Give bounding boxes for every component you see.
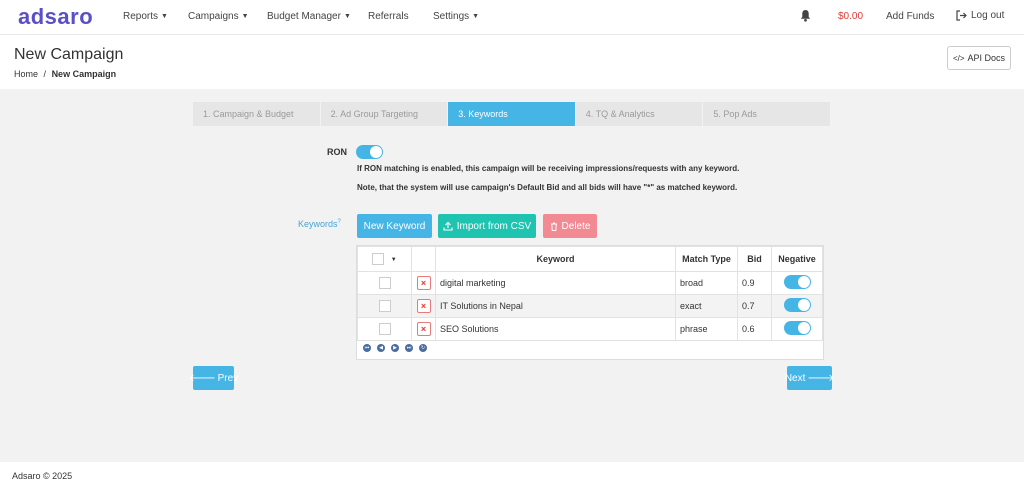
table-row[interactable]: × SEO Solutions phrase 0.6	[357, 317, 823, 341]
prev-page-icon[interactable]: ◀	[377, 344, 385, 352]
select-all-checkbox[interactable]	[372, 253, 385, 265]
last-page-icon[interactable]: ⏭	[405, 344, 413, 352]
row-checkbox[interactable]	[378, 277, 391, 289]
nav-budget-manager[interactable]: Budget Manager ▼	[267, 11, 351, 22]
nav-campaigns[interactable]: Campaigns ▼	[188, 11, 249, 22]
step-ad-group-targeting[interactable]: 2. Ad Group Targeting	[320, 102, 449, 126]
trash-icon	[550, 222, 557, 231]
caret-down-icon[interactable]: ▼	[391, 257, 397, 263]
upload-icon	[443, 221, 453, 231]
negative-toggle[interactable]	[783, 298, 811, 312]
caret-down-icon: ▼	[343, 13, 351, 20]
help-icon[interactable]: ?	[338, 219, 341, 225]
footer: Adsaro © 2025	[0, 462, 1024, 489]
api-docs-button[interactable]: </> API Docs	[947, 46, 1011, 70]
table-row[interactable]: × IT Solutions in Nepal exact 0.7	[357, 294, 823, 318]
wizard-steps: 1. Campaign & Budget 2. Ad Group Targeti…	[193, 102, 831, 126]
bid-column-header[interactable]: Bid	[737, 246, 772, 272]
ron-note-1: If RON matching is enabled, this campaig…	[357, 164, 740, 173]
nav-reports[interactable]: Reports ▼	[123, 11, 168, 22]
caret-down-icon: ▼	[161, 13, 168, 20]
keywords-grid: ▼ Keyword Match Type Bid Negative × digi…	[356, 245, 824, 360]
bell-icon[interactable]	[800, 9, 811, 22]
table-row[interactable]: × digital marketing broad 0.9	[357, 271, 823, 295]
delete-row-icon[interactable]: ×	[416, 322, 431, 336]
ron-note-2: Note, that the system will use campaign'…	[357, 183, 738, 192]
logout-link[interactable]: Log out	[956, 10, 1004, 21]
negative-toggle[interactable]	[783, 275, 811, 289]
ron-label: RON	[327, 147, 347, 157]
page-header: New Campaign Home / New Campaign </> API…	[0, 34, 1024, 89]
select-all-header[interactable]: ▼	[357, 246, 412, 272]
first-page-icon[interactable]: ⏮	[363, 344, 371, 352]
step-keywords[interactable]: 3. Keywords	[448, 102, 576, 126]
step-tq-analytics[interactable]: 4. TQ & Analytics	[575, 102, 704, 126]
negative-toggle[interactable]	[783, 321, 811, 335]
refresh-icon[interactable]: ↻	[419, 344, 427, 352]
row-checkbox[interactable]	[378, 323, 391, 335]
nav-referrals[interactable]: Referrals	[368, 11, 409, 22]
match-type-column-header[interactable]: Match Type	[675, 246, 738, 272]
logout-icon	[956, 10, 967, 21]
match-type-cell[interactable]: phrase	[675, 317, 738, 341]
import-csv-button[interactable]: Import from CSV	[438, 214, 536, 238]
keyword-cell[interactable]: digital marketing	[435, 271, 676, 295]
keyword-cell[interactable]: IT Solutions in Nepal	[435, 294, 676, 318]
match-type-cell[interactable]: broad	[675, 271, 738, 295]
keyword-cell[interactable]: SEO Solutions	[435, 317, 676, 341]
bid-cell[interactable]: 0.9	[737, 271, 772, 295]
caret-down-icon: ▼	[472, 13, 480, 20]
actions-header	[411, 246, 436, 272]
delete-row-icon[interactable]: ×	[416, 276, 431, 290]
code-icon: </>	[952, 53, 965, 63]
delete-row-icon[interactable]: ×	[416, 299, 431, 313]
caret-down-icon: ▼	[241, 13, 249, 20]
next-button[interactable]: Next 🡒	[785, 366, 835, 390]
nav-settings[interactable]: Settings ▼	[433, 11, 479, 22]
bid-cell[interactable]: 0.7	[737, 294, 772, 318]
prev-button[interactable]: 🡐 Prev	[189, 366, 238, 390]
match-type-cell[interactable]: exact	[675, 294, 738, 318]
page-title: New Campaign	[14, 46, 124, 63]
next-page-icon[interactable]: ▶	[391, 344, 399, 352]
breadcrumb-current: New Campaign	[51, 69, 117, 79]
top-navbar: adsaro Reports ▼ Campaigns ▼ Budget Manage…	[0, 0, 1024, 34]
add-funds-link[interactable]: Add Funds	[886, 11, 934, 22]
logo[interactable]: adsaro	[18, 4, 93, 30]
breadcrumb-home[interactable]: Home	[14, 69, 38, 79]
arrow-left-icon: 🡐	[188, 373, 216, 384]
arrow-right-icon: 🡒	[807, 373, 835, 384]
step-pop-ads[interactable]: 5. Pop Ads	[703, 102, 831, 126]
new-keyword-button[interactable]: New Keyword	[357, 214, 432, 238]
bid-cell[interactable]: 0.6	[737, 317, 772, 341]
keywords-label: Keywords?	[298, 219, 341, 229]
row-checkbox[interactable]	[378, 300, 391, 312]
breadcrumb: Home / New Campaign	[14, 69, 117, 79]
account-balance[interactable]: $0.00	[838, 11, 863, 22]
delete-button[interactable]: Delete	[543, 214, 597, 238]
keyword-column-header[interactable]: Keyword	[435, 246, 676, 272]
ron-toggle[interactable]	[356, 145, 383, 159]
grid-pager: ⏮ ◀ ▶ ⏭ ↻	[363, 344, 427, 352]
footer-copyright: Adsaro © 2025	[12, 471, 73, 481]
negative-column-header[interactable]: Negative	[771, 246, 823, 272]
step-campaign-budget[interactable]: 1. Campaign & Budget	[193, 102, 321, 126]
